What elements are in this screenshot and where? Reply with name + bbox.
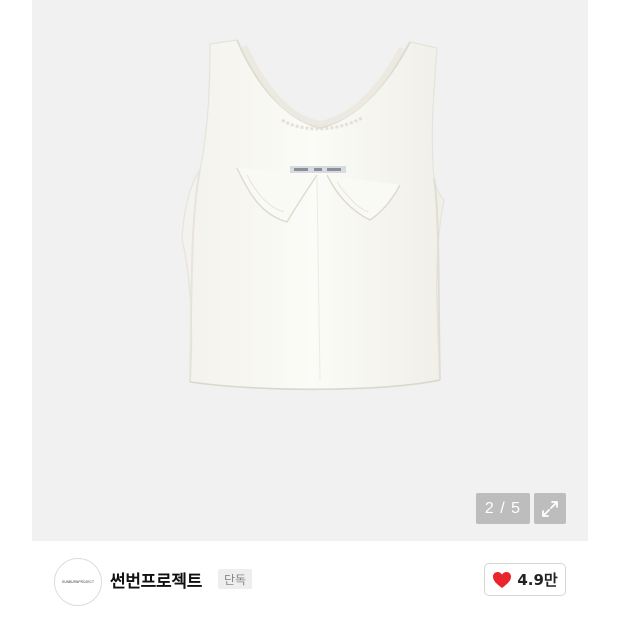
expand-button[interactable]: [534, 493, 566, 524]
exclusive-badge: 단독: [218, 569, 253, 589]
product-image[interactable]: 2 / 5: [32, 0, 588, 541]
like-count: 4.9만: [517, 571, 558, 589]
seller-logo[interactable]: SUNBURNPROJECT: [54, 558, 102, 606]
seller-logo-text: SUNBURNPROJECT: [61, 580, 95, 584]
seller-bar: SUNBURNPROJECT 썬번프로젝트 단독 4.9만: [32, 541, 588, 620]
like-button[interactable]: 4.9만: [484, 563, 566, 596]
page-margin-right: [588, 0, 620, 620]
page-margin-left: [0, 0, 32, 620]
seller-name[interactable]: 썬번프로젝트: [110, 567, 202, 592]
garment-illustration: [181, 39, 445, 391]
image-counter: 2 / 5: [476, 493, 530, 524]
expand-arrows-icon: [542, 500, 558, 517]
heart-icon: [493, 571, 512, 588]
